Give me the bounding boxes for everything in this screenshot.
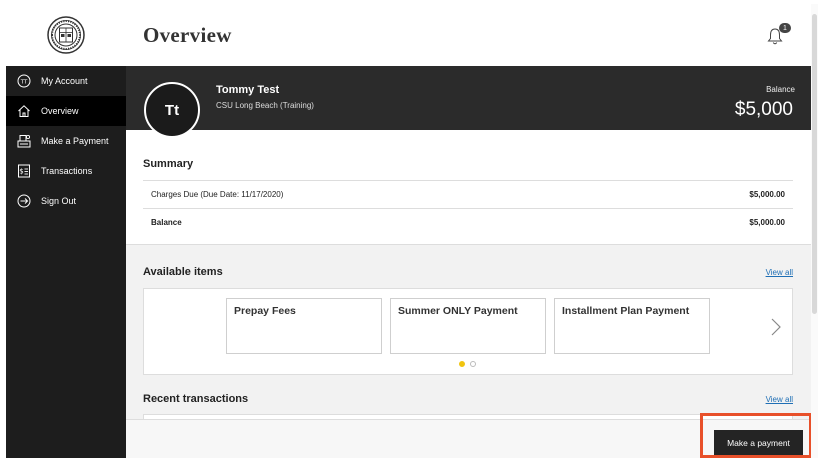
available-items-carousel: Prepay Fees Summer ONLY Payment Installm…: [143, 288, 793, 375]
user-name: Tommy Test: [216, 84, 280, 96]
sidebar-item-label: Transactions: [41, 166, 93, 176]
page-scrollbar[interactable]: [811, 4, 818, 458]
page-title: Overview: [143, 23, 232, 47]
sidebar-nav: TT My Account Overview Make a Payment $ …: [6, 66, 126, 458]
svg-text:$: $: [19, 168, 23, 176]
svg-text:TT: TT: [20, 79, 28, 85]
available-items-view-all-link[interactable]: View all: [766, 268, 793, 277]
balance-value: $5,000: [734, 99, 793, 120]
sidebar-item-sign-out[interactable]: Sign Out: [6, 186, 126, 216]
summary-row-amount: $5,000.00: [749, 190, 785, 199]
item-tile-prepay-fees[interactable]: Prepay Fees: [226, 298, 382, 354]
sign-out-icon: [17, 194, 31, 208]
main-content: Overview 1 Tt Tommy Test CSU Long Beach …: [126, 4, 811, 458]
summary-row-label: Charges Due (Due Date: 11/17/2020): [151, 190, 284, 199]
available-items-title: Available items: [143, 266, 223, 278]
avatar: Tt: [144, 82, 200, 138]
university-logo[interactable]: [6, 4, 126, 66]
user-school: CSU Long Beach (Training): [216, 101, 314, 110]
chevron-right-icon[interactable]: [770, 317, 782, 337]
recent-transactions-view-all-link[interactable]: View all: [766, 395, 793, 404]
home-icon: [17, 104, 31, 118]
payment-icon: [17, 134, 31, 148]
item-tile-summer-only-payment[interactable]: Summer ONLY Payment: [390, 298, 546, 354]
carousel-pagination: [459, 361, 476, 367]
scrollbar-thumb[interactable]: [812, 14, 817, 314]
sidebar-item-overview[interactable]: Overview: [6, 96, 126, 126]
account-banner: Tt Tommy Test CSU Long Beach (Training) …: [126, 66, 811, 138]
summary-row-amount: $5,000.00: [749, 218, 785, 227]
summary-card: Summary Charges Due (Due Date: 11/17/202…: [126, 130, 811, 245]
user-initials-icon: TT: [17, 74, 31, 88]
sidebar-item-label: Make a Payment: [41, 136, 109, 146]
notification-badge[interactable]: 1: [779, 23, 791, 33]
make-a-payment-button[interactable]: Make a payment: [714, 430, 803, 456]
app-window: TT My Account Overview Make a Payment $ …: [0, 0, 818, 463]
summary-row-label: Balance: [151, 218, 182, 227]
sidebar-item-make-a-payment[interactable]: Make a Payment: [6, 126, 126, 156]
item-tile-installment-plan-payment[interactable]: Installment Plan Payment: [554, 298, 710, 354]
sidebar-item-label: Overview: [41, 106, 79, 116]
sidebar-item-label: My Account: [41, 76, 88, 86]
balance-label: Balance: [766, 85, 795, 94]
university-seal-icon: [47, 16, 85, 54]
footer-action-bar: Make a payment: [126, 419, 811, 458]
sidebar-item-my-account[interactable]: TT My Account: [6, 66, 126, 96]
top-bar: Overview 1: [126, 4, 811, 66]
summary-row-balance: Balance $5,000.00: [143, 208, 793, 236]
carousel-dot-1[interactable]: [459, 361, 465, 367]
carousel-dot-2[interactable]: [470, 361, 476, 367]
recent-transactions-title: Recent transactions: [143, 393, 249, 405]
summary-title: Summary: [143, 158, 194, 170]
sidebar-item-transactions[interactable]: $ Transactions: [6, 156, 126, 186]
summary-row-charges-due: Charges Due (Due Date: 11/17/2020) $5,00…: [143, 180, 793, 208]
sidebar-item-label: Sign Out: [41, 196, 77, 206]
transactions-icon: $: [17, 164, 31, 178]
